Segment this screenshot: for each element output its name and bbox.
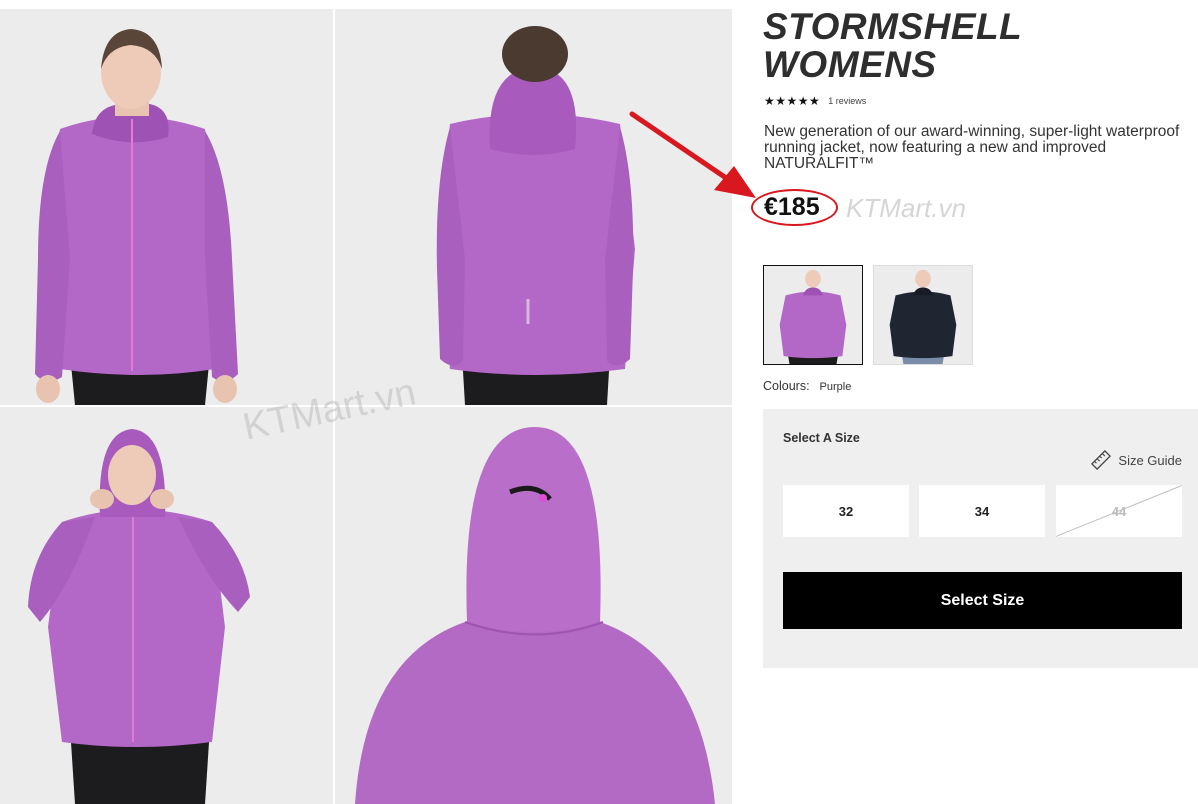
size-heading: Select A Size [783,431,860,445]
size-selector-panel: Select A Size Size Guide 32 34 44 Select… [763,409,1198,668]
colour-swatch-black[interactable] [873,265,973,365]
select-size-button[interactable]: Select Size [783,572,1182,629]
price-watermark: KTMart.vn [846,193,966,223]
size-guide-link[interactable]: Size Guide [1090,449,1182,471]
unavailable-strike [1056,485,1182,537]
product-photo-back[interactable] [335,9,732,405]
size-option-label: 32 [838,503,854,519]
review-count[interactable]: 1 reviews [828,96,866,106]
colours-selected-value: Purple [819,381,852,393]
ruler-icon [1091,450,1112,470]
size-option-34[interactable]: 34 [919,485,1045,537]
product-photo-hood-up[interactable] [0,407,333,804]
annotation-arrow-icon [629,111,756,198]
product-title: STORMSHELL WOMENS [763,8,1183,84]
product-description: New generation of our award-winning, sup… [764,123,1180,172]
size-option-32[interactable]: 32 [783,485,909,537]
size-guide-label: Size Guide [1118,452,1182,468]
product-photo-front[interactable] [0,9,333,405]
product-rating[interactable]: ★★★★★ 1 reviews [764,94,866,108]
product-title-line1: STORMSHELL [763,6,1023,47]
product-gallery: KTMart.vn [0,9,732,804]
product-title-line2: WOMENS [763,44,937,85]
product-photo-hood-closeup[interactable] [335,407,732,804]
product-price: €185 [764,193,820,221]
colours-label: Colours: [763,379,810,393]
star-rating-icon: ★★★★★ [764,94,821,108]
size-option-44-unavailable: 44 [1056,485,1182,537]
colour-swatch-purple[interactable] [763,265,863,365]
colours-row: Colours: Purple [763,379,851,393]
size-option-label: 34 [974,503,990,519]
